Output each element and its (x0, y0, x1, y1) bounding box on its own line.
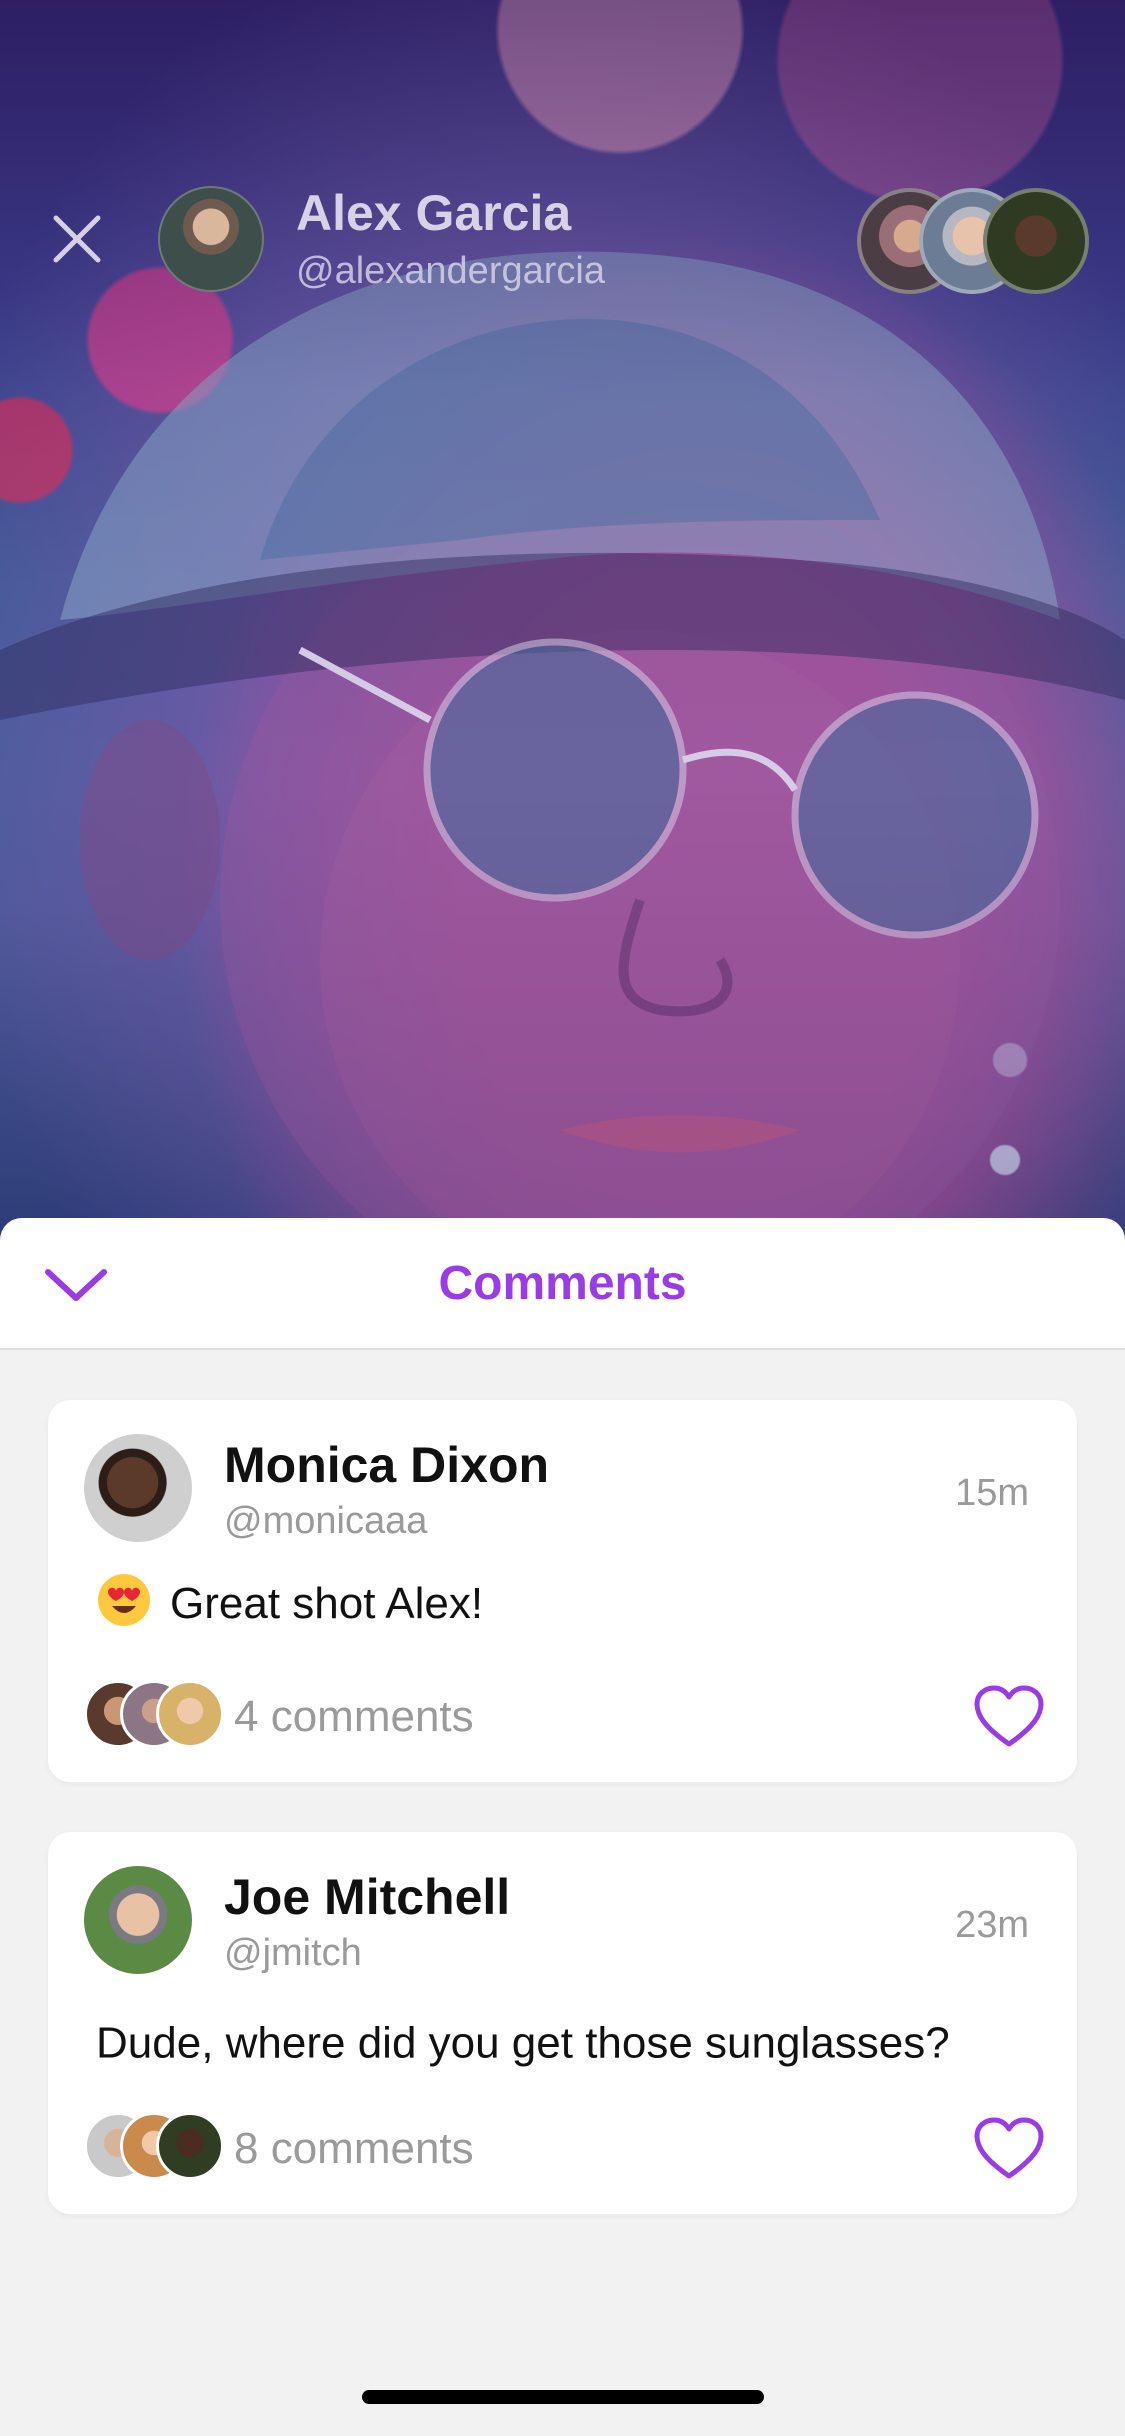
like-button[interactable] (973, 1684, 1045, 1750)
reply-count-link[interactable]: 8 comments (234, 2124, 474, 2174)
comment-author-handle: @monicaaa (224, 1500, 428, 1542)
reply-avatars (84, 1680, 224, 1748)
comment-author-name[interactable]: Monica Dixon (224, 1436, 549, 1494)
heart-eyes-emoji-icon (98, 1574, 150, 1626)
reply-avatars (84, 2112, 224, 2180)
screen: Alex Garcia @alexandergarcia Comments Mo… (0, 0, 1125, 2436)
comment-author-handle: @jmitch (224, 1932, 362, 1974)
comment-text-body: Dude, where did you get those sunglasses… (96, 2018, 950, 2068)
comment-card: Monica Dixon @monicaaa 15m Great shot Al… (48, 1400, 1077, 1782)
comments-sheet-header: Comments (0, 1218, 1125, 1350)
close-icon (53, 215, 101, 263)
comment-author-name[interactable]: Joe Mitchell (224, 1868, 510, 1926)
comment-text: Great shot Alex! (96, 1574, 484, 1632)
reply-count-link[interactable]: 4 comments (234, 1692, 474, 1742)
comment-timestamp: 15m (955, 1472, 1029, 1514)
like-button[interactable] (973, 2116, 1045, 2182)
comment-text: Dude, where did you get those sunglasses… (96, 2016, 950, 2068)
heart-outline-icon (974, 1685, 1044, 1747)
close-button[interactable] (44, 206, 110, 272)
sheet-title: Comments (438, 1257, 687, 1310)
heart-outline-icon (974, 2117, 1044, 2179)
author-name[interactable]: Alex Garcia (296, 184, 571, 242)
avatar[interactable] (84, 1866, 192, 1974)
viewer-avatars[interactable] (857, 188, 1089, 298)
avatar[interactable] (84, 1434, 192, 1542)
avatar (156, 2112, 224, 2180)
comment-timestamp: 23m (955, 1904, 1029, 1946)
author-avatar[interactable] (158, 186, 264, 292)
comment-card: Joe Mitchell @jmitch 23m Dude, where did… (48, 1832, 1077, 2214)
avatar (156, 1680, 224, 1748)
author-handle: @alexandergarcia (296, 250, 605, 292)
comment-text-body: Great shot Alex! (170, 1579, 484, 1628)
avatar (983, 188, 1089, 294)
home-indicator[interactable] (362, 2390, 764, 2404)
